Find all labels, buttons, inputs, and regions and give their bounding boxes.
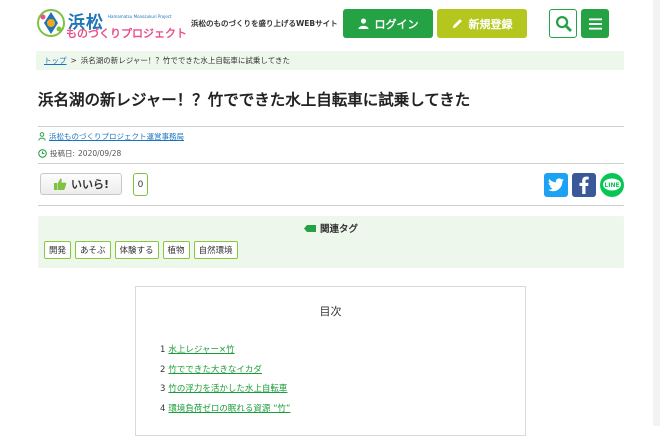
tags-heading: 関連タグ bbox=[38, 221, 624, 235]
tag-item[interactable]: 植物 bbox=[162, 241, 190, 259]
tag-item[interactable]: 自然環境 bbox=[193, 241, 238, 259]
toc-number: 2 bbox=[160, 364, 166, 375]
toc-link[interactable]: 環境負荷ゼロの眠れる資源 “竹” bbox=[168, 404, 290, 414]
toc-title: 目次 bbox=[319, 305, 342, 318]
author-link[interactable]: 浜松ものづくりプロジェクト運営事務局 bbox=[38, 131, 184, 142]
share-divider bbox=[38, 205, 624, 206]
search-button[interactable] bbox=[549, 9, 577, 38]
twitter-icon bbox=[548, 178, 564, 192]
toc-list: 1 水上レジャー×竹 2 竹でできた大きなイカダ 3 竹の浮力を活かした水上自転車 4… bbox=[160, 343, 290, 421]
toc-item: 2 竹でできた大きなイカダ bbox=[160, 363, 290, 383]
related-tags-panel: 関連タグ 開発 あそぶ 体験する 植物 自然環境 bbox=[38, 216, 624, 268]
thumbs-up-icon bbox=[53, 178, 67, 190]
user-outline-icon bbox=[38, 132, 46, 141]
menu-button[interactable] bbox=[581, 9, 609, 38]
breadcrumb-current: 浜名湖の新レジャー！？竹でできた水上自転車に試乗してきた bbox=[80, 56, 290, 65]
site-header: 浜松 Hamamatsu Monozukuri Project ものづくりプロジ… bbox=[0, 0, 660, 46]
tag-item[interactable]: あそぶ bbox=[75, 241, 111, 259]
toc-number: 4 bbox=[160, 403, 166, 414]
register-label: 新規登録 bbox=[468, 17, 513, 31]
title-divider bbox=[38, 126, 624, 127]
tag-item[interactable]: 体験する bbox=[114, 241, 159, 259]
toc-link[interactable]: 竹の浮力を活かした水上自転車 bbox=[168, 384, 287, 394]
breadcrumb-separator: > bbox=[70, 56, 77, 65]
hamburger-icon bbox=[588, 17, 602, 30]
line-share-button[interactable]: LINE bbox=[600, 173, 624, 197]
register-button[interactable]: 新規登録 bbox=[437, 9, 527, 38]
toc-item: 1 水上レジャー×竹 bbox=[160, 343, 290, 363]
like-label: いいら! bbox=[70, 178, 110, 191]
date-value: 2020/09/28 bbox=[78, 149, 122, 158]
twitter-share-button[interactable] bbox=[544, 173, 568, 197]
search-icon bbox=[555, 15, 572, 32]
toc-number: 3 bbox=[160, 384, 166, 394]
breadcrumb: トップ > 浜名湖の新レジャー！？竹でできた水上自転車に試乗してきた bbox=[36, 51, 624, 70]
author-name: 浜松ものづくりプロジェクト運営事務局 bbox=[49, 132, 184, 141]
vertical-scrollbar[interactable] bbox=[653, 0, 660, 426]
toc-item: 3 竹の浮力を活かした水上自転車 bbox=[160, 382, 290, 402]
toc-item: 4 環境負荷ゼロの眠れる資源 “竹” bbox=[160, 402, 290, 422]
user-icon bbox=[357, 18, 369, 29]
page-title: 浜名湖の新レジャー！？竹でできた水上自転車に試乗してきた bbox=[38, 91, 471, 109]
line-icon: LINE bbox=[603, 178, 621, 191]
facebook-icon bbox=[579, 176, 589, 194]
site-logo[interactable]: 浜松 Hamamatsu Monozukuri Project ものづくりプロジ… bbox=[36, 8, 187, 40]
like-count: 0 bbox=[133, 173, 148, 196]
clock-icon bbox=[38, 149, 47, 158]
pencil-icon bbox=[452, 19, 462, 29]
svg-text:LINE: LINE bbox=[604, 182, 619, 189]
tag-item[interactable]: 開発 bbox=[44, 241, 72, 259]
logo-mark-icon bbox=[37, 9, 65, 37]
breadcrumb-home-link[interactable]: トップ bbox=[44, 55, 67, 66]
site-tagline: 浜松のものづくりを盛り上げるWEBサイト bbox=[191, 19, 338, 28]
like-button[interactable]: いいら! bbox=[40, 173, 122, 195]
toc-number: 1 bbox=[160, 345, 166, 355]
toc-link[interactable]: 水上レジャー×竹 bbox=[168, 345, 234, 355]
facebook-share-button[interactable] bbox=[572, 173, 596, 197]
meta-divider bbox=[38, 163, 624, 164]
date-label: 投稿日: bbox=[50, 149, 76, 158]
logo-subtitle: ものづくりプロジェクト bbox=[66, 27, 187, 40]
toc-link[interactable]: 竹でできた大きなイカダ bbox=[168, 365, 262, 375]
tag-icon bbox=[303, 224, 316, 232]
login-label: ログイン bbox=[374, 17, 419, 31]
login-button[interactable]: ログイン bbox=[343, 9, 433, 38]
post-date: 投稿日: 2020/09/28 bbox=[38, 148, 121, 159]
logo-english: Hamamatsu Monozukuri Project bbox=[108, 14, 172, 19]
tags-heading-label: 関連タグ bbox=[319, 224, 358, 235]
table-of-contents: 目次 1 水上レジャー×竹 2 竹でできた大きなイカダ 3 竹の浮力を活かした水上自転… bbox=[135, 286, 526, 436]
tag-list: 開発 あそぶ 体験する 植物 自然環境 bbox=[44, 241, 238, 259]
